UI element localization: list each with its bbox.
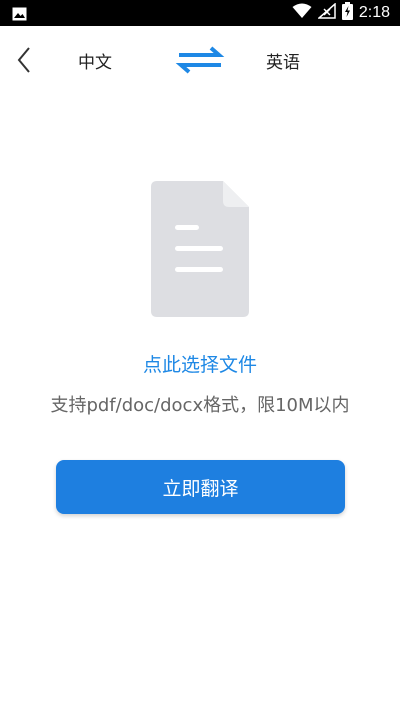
battery-charging-icon [341,2,353,24]
signal-icon [316,2,336,23]
swap-arrows-icon [175,46,225,78]
status-bar: 2:18 [0,0,400,26]
status-icons: 2:18 [292,0,390,26]
language-selector-bar: 中文 英语 [0,26,400,94]
choose-file-link[interactable]: 点此选择文件 [0,350,400,377]
back-button[interactable] [10,44,40,76]
image-icon [12,6,27,25]
choose-file-area[interactable] [151,181,249,317]
wifi-icon [292,3,312,23]
translate-now-button[interactable]: 立即翻译 [56,460,345,514]
swap-language-button[interactable] [175,46,225,74]
supported-formats-text: 支持pdf/doc/docx格式，限10M以内 [50,395,350,416]
source-language[interactable]: 中文 [70,48,120,73]
chevron-left-icon [10,47,40,80]
status-time: 2:18 [358,4,390,21]
document-icon [151,181,249,321]
target-language[interactable]: 英语 [258,48,308,73]
